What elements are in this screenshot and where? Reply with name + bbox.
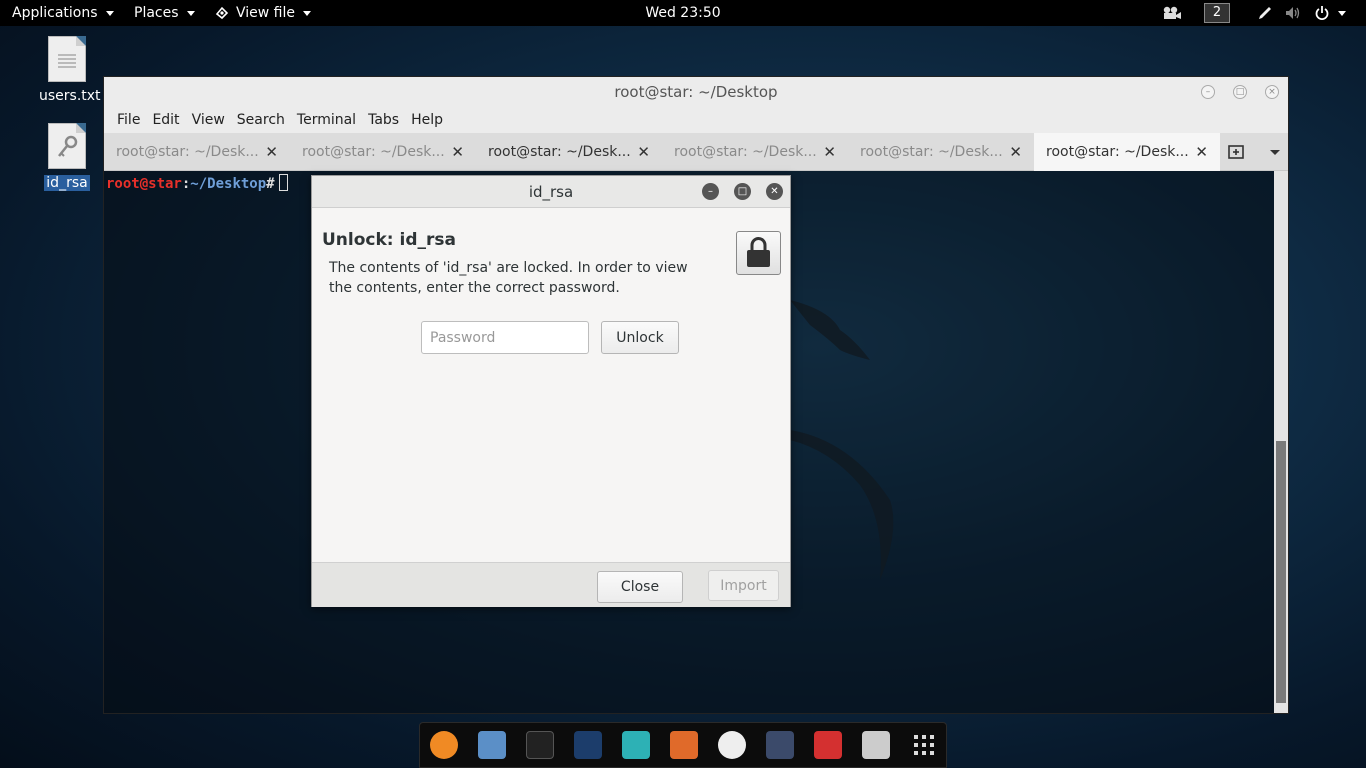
close-tab-icon[interactable]: ✕ [823,133,836,171]
places-menu[interactable]: Places [134,0,195,26]
desktop-icon-label: users.txt [39,88,101,104]
close-button[interactable]: Close [597,571,683,603]
view-file-label: View file [236,5,295,21]
terminal-tab[interactable]: root@star: ~/Desk... ✕ [104,133,290,171]
prompt-path: ~/Desktop [190,176,267,192]
tab-label: root@star: ~/Desk... [1046,144,1189,160]
close-icon[interactable]: × [1265,85,1279,99]
view-file-menu[interactable]: View file [214,0,311,26]
unlock-dialog: id_rsa – □ ✕ Unlock: id_rsa The contents… [311,175,791,607]
shell-prompt: root@star:~/Desktop# [106,174,288,192]
terminal-tab[interactable]: root@star: ~/Desk... ✕ [476,133,662,171]
prompt-hash: # [266,176,275,192]
volume-icon[interactable] [1284,5,1302,21]
chevron-down-icon[interactable] [1338,11,1346,16]
menu-help[interactable]: Help [405,107,449,133]
terminal-icon[interactable] [526,731,554,759]
workspace-indicator[interactable]: 2 [1204,3,1230,23]
desktop-icon-id-rsa[interactable]: id_rsa [37,123,97,191]
terminal-tab-active[interactable]: root@star: ~/Desk... ✕ [1034,133,1220,171]
chevron-down-icon [105,10,114,16]
import-button[interactable]: Import [708,570,779,601]
terminal-tab[interactable]: root@star: ~/Desk... ✕ [662,133,848,171]
menu-search[interactable]: Search [231,107,291,133]
tab-label: root@star: ~/Desk... [302,144,445,160]
desktop-icon-label: id_rsa [44,175,90,191]
maximize-icon[interactable]: □ [1233,85,1247,99]
scrollbar-thumb[interactable] [1276,441,1286,703]
firefox-icon[interactable] [430,731,458,759]
applications-label: Applications [12,5,98,21]
close-tab-icon[interactable]: ✕ [1195,133,1208,171]
tab-label: root@star: ~/Desk... [674,144,817,160]
dialog-message: The contents of 'id_rsa' are locked. In … [329,260,688,296]
maximize-icon[interactable]: □ [734,183,751,200]
metasploit-icon[interactable] [574,731,602,759]
tab-label: root@star: ~/Desk... [116,144,259,160]
minimize-icon[interactable]: – [702,183,719,200]
chevron-down-icon [186,10,195,16]
burpsuite-icon[interactable] [670,731,698,759]
close-icon[interactable]: ✕ [766,183,783,200]
clock[interactable]: Wed 23:50 [645,0,720,26]
beef-icon[interactable] [766,731,794,759]
desktop-icon-users-txt[interactable]: users.txt [37,36,101,104]
menu-bar: File Edit View Search Terminal Tabs Help [104,107,1288,133]
lock-icon [736,231,781,275]
settings-icon[interactable] [862,731,890,759]
tab-label: root@star: ~/Desk... [488,144,631,160]
dialog-heading: Unlock: id_rsa [322,230,456,250]
text-file-icon [48,36,86,82]
close-tab-icon[interactable]: ✕ [451,133,464,171]
video-camera-icon[interactable] [1162,6,1182,20]
window-titlebar[interactable]: root@star: ~/Desktop – □ × [104,77,1288,107]
files-icon[interactable] [478,731,506,759]
menu-edit[interactable]: Edit [146,107,185,133]
close-tab-icon[interactable]: ✕ [265,133,278,171]
close-tab-icon[interactable]: ✕ [637,133,650,171]
text-cursor [278,174,288,191]
places-label: Places [134,5,179,21]
menu-file[interactable]: File [111,107,146,133]
chevron-down-icon [303,10,311,16]
minimize-icon[interactable]: – [1201,85,1215,99]
menu-terminal[interactable]: Terminal [291,107,362,133]
applications-menu[interactable]: Applications [12,0,114,26]
menu-view[interactable]: View [186,107,231,133]
top-panel: Applications Places View file Wed 23:50 … [0,0,1366,26]
terminal-tab[interactable]: root@star: ~/Desk... ✕ [290,133,476,171]
power-icon[interactable] [1314,5,1330,21]
armitage-icon[interactable] [622,731,650,759]
window-title: root@star: ~/Desktop [614,83,778,101]
faraday-icon[interactable] [814,731,842,759]
menu-tabs[interactable]: Tabs [362,107,405,133]
password-input[interactable] [421,321,589,354]
unlock-button[interactable]: Unlock [601,321,679,354]
tab-label: root@star: ~/Desk... [860,144,1003,160]
close-tab-icon[interactable]: ✕ [1009,133,1022,171]
tab-list-chevron-icon[interactable] [1270,150,1280,155]
scrollbar[interactable] [1274,171,1288,713]
dialog-titlebar[interactable]: id_rsa – □ ✕ [312,176,790,208]
maltego-icon[interactable] [718,731,746,759]
key-file-icon [48,123,86,169]
prompt-user: root@star [106,176,182,192]
tab-bar: root@star: ~/Desk... ✕ root@star: ~/Desk… [104,133,1288,171]
file-viewer-icon [215,6,229,20]
dialog-footer: Close Import [312,562,790,607]
pen-icon[interactable] [1257,5,1273,21]
app-grid-icon[interactable] [910,731,938,759]
dialog-title: id_rsa [528,183,574,201]
new-tab-icon[interactable] [1228,144,1246,160]
terminal-tab[interactable]: root@star: ~/Desk... ✕ [848,133,1034,171]
dock [419,722,947,768]
